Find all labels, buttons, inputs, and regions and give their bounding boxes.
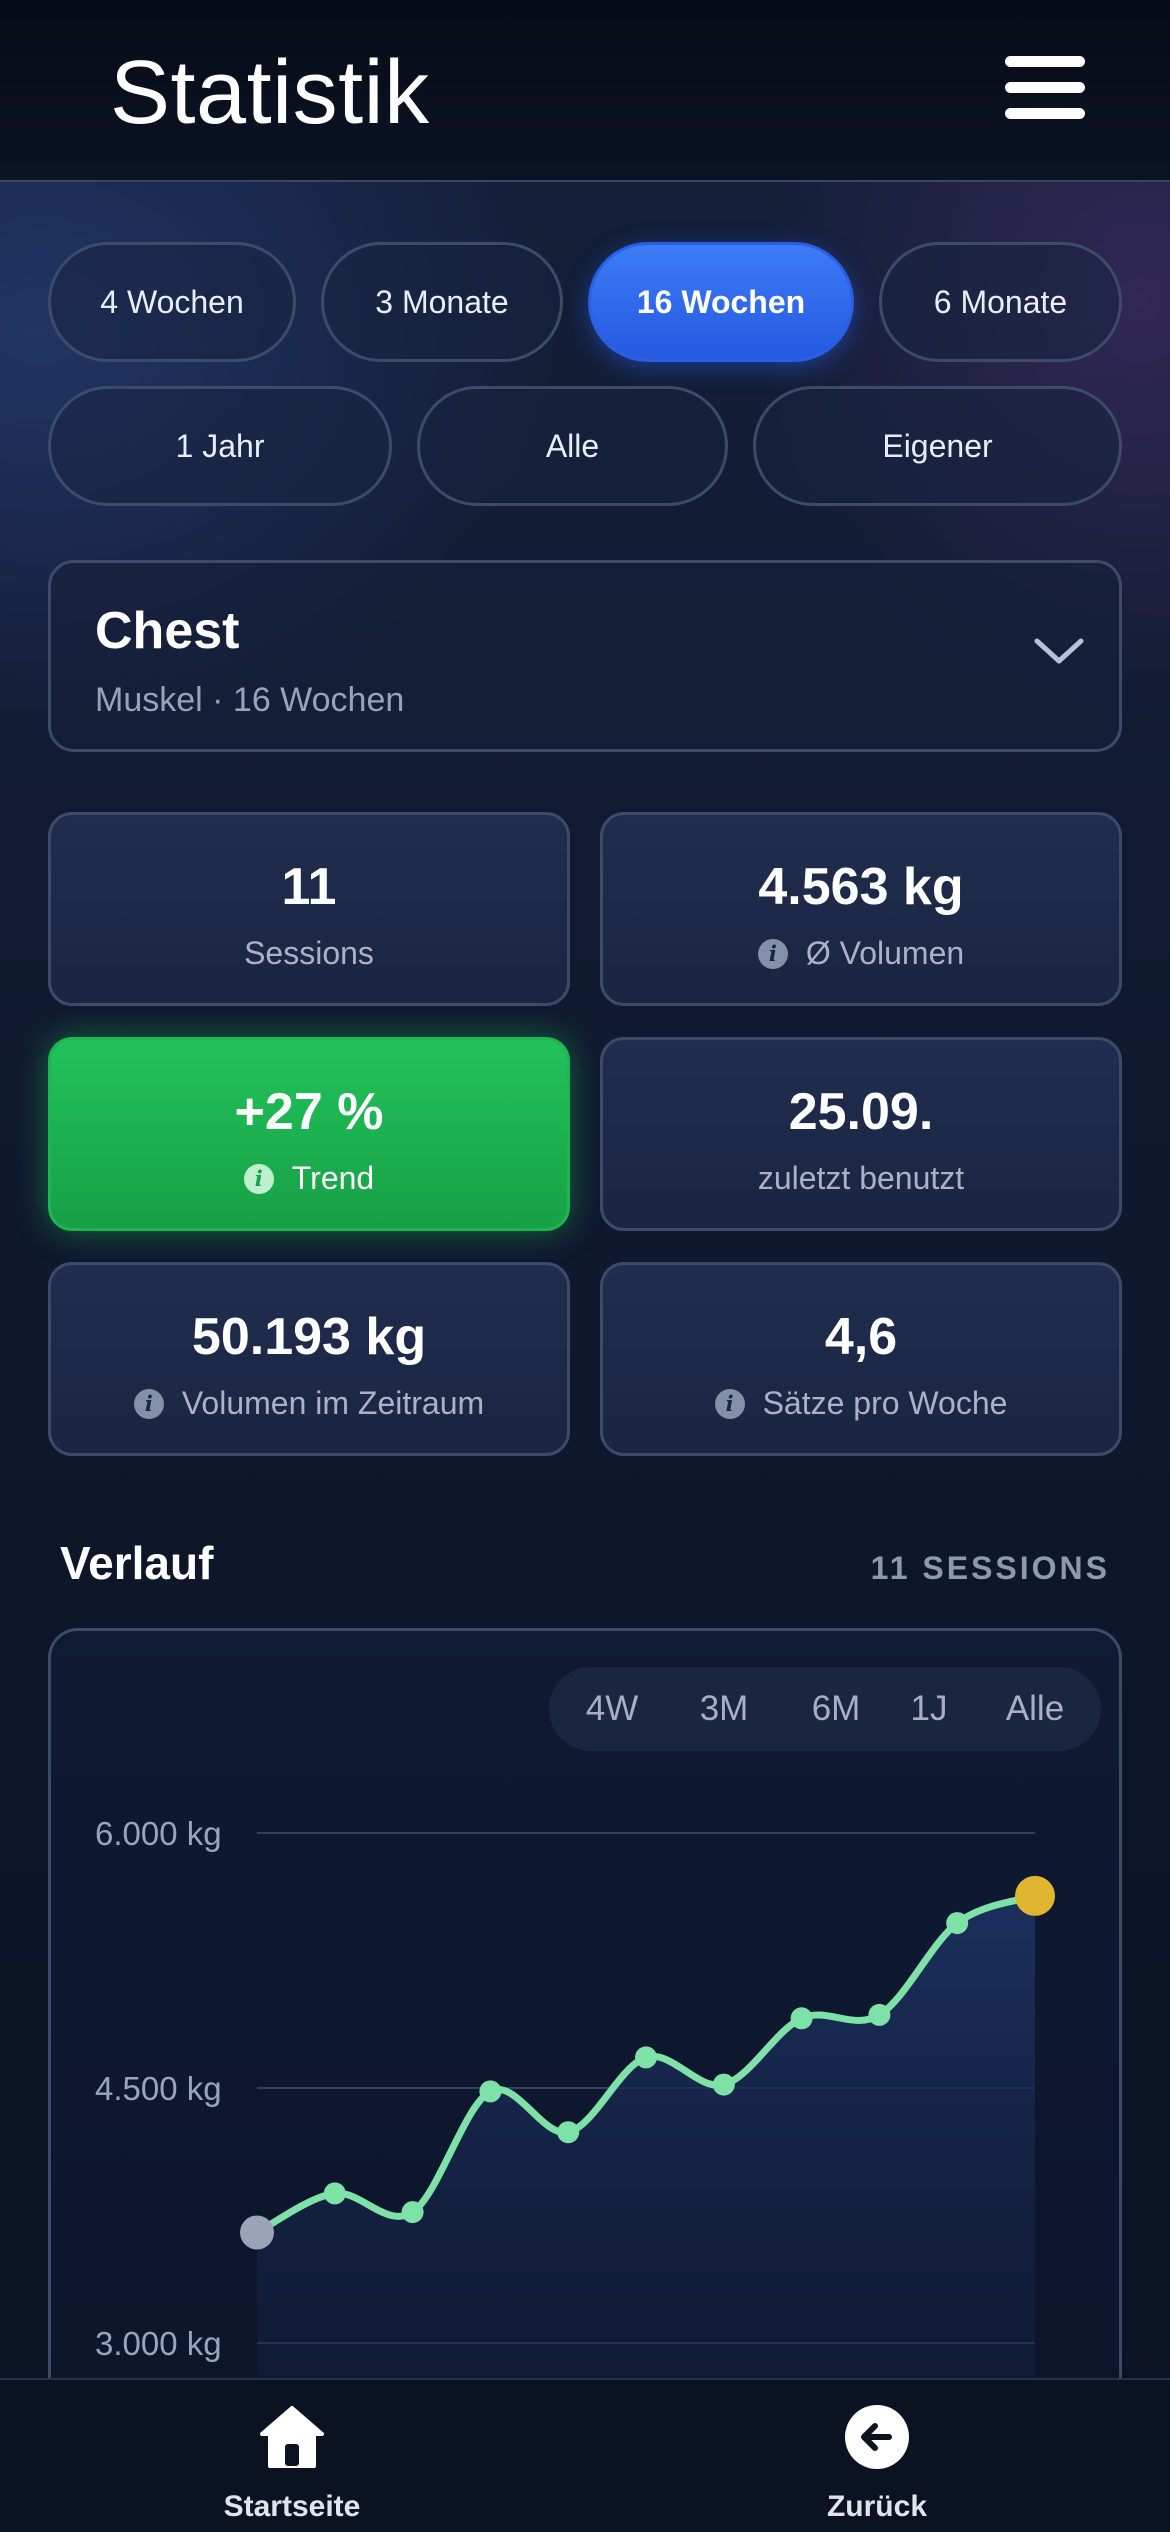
stat-label: Sätze pro Woche [762, 1385, 1008, 1421]
data-point [712, 2073, 735, 2096]
filter-eigener[interactable]: Eigener [753, 386, 1122, 506]
chart-tab-alle[interactable]: Alle [983, 1667, 1087, 1751]
stat-value: +27 % [234, 1083, 384, 1141]
selector-subtitle: Muskel · 16 Wochen [95, 681, 405, 719]
stat-value: 50.193 kg [191, 1308, 427, 1366]
data-point [1015, 1875, 1055, 1916]
info-icon[interactable]: i [757, 938, 788, 969]
selector-title: Chest [95, 602, 240, 660]
stat-card-total-volume: 50.193 kg i Volumen im Zeitraum [48, 1262, 570, 1456]
chart-range-tabs: 4W 3M 6M 1J Alle [549, 1667, 1101, 1751]
nav-label: Zurück [826, 2490, 928, 2523]
arrow-left-circle-icon [845, 2405, 909, 2469]
filter-alle[interactable]: Alle [417, 386, 728, 506]
stat-value: 4,6 [824, 1308, 898, 1366]
stat-card-last-used: 25.09. zuletzt benutzt [600, 1037, 1122, 1231]
stat-label: zuletzt benutzt [757, 1160, 965, 1196]
stat-value: 11 [281, 858, 337, 916]
data-point [946, 1912, 969, 1935]
section-title: Verlauf [60, 1537, 214, 1589]
data-point [323, 2182, 346, 2205]
stat-card-sets-per-week: 4,6 i Sätze pro Woche [600, 1262, 1122, 1456]
data-point [635, 2046, 657, 2069]
y-tick-label: 6.000 kg [95, 1815, 222, 1852]
stat-label: Volumen im Zeitraum [181, 1385, 485, 1421]
page-title: Statistik [110, 43, 430, 143]
filter-6-monate[interactable]: 6 Monate [879, 242, 1122, 362]
info-icon[interactable]: i [133, 1388, 164, 1419]
stat-card-sessions: 11 Sessions [48, 812, 570, 1006]
muscle-selector[interactable]: Chest Muskel · 16 Wochen [48, 560, 1122, 752]
filter-3-monate[interactable]: 3 Monate [321, 242, 563, 362]
stat-value: 4.563 kg [758, 858, 964, 916]
stat-card-trend: +27 % i Trend [48, 1037, 570, 1231]
data-point [868, 2003, 891, 2026]
y-tick-label: 3.000 kg [95, 2325, 222, 2362]
data-point [401, 2201, 424, 2224]
data-point [557, 2121, 580, 2144]
nav-zurueck[interactable]: Zurück [747, 2380, 1007, 2532]
chart-tab-6m[interactable]: 6M [787, 1667, 885, 1751]
chart-tab-4w[interactable]: 4W [563, 1667, 661, 1751]
hamburger-menu-icon[interactable] [1005, 50, 1085, 126]
info-icon[interactable]: i [243, 1163, 274, 1194]
stat-label: Trend [291, 1160, 375, 1196]
bottom-navigation: Startseite Zurück [0, 2378, 1170, 2532]
chevron-down-icon [1034, 638, 1084, 664]
filter-1-jahr[interactable]: 1 Jahr [48, 386, 392, 506]
nav-startseite[interactable]: Startseite [162, 2380, 422, 2532]
chart-tab-3m[interactable]: 3M [675, 1667, 773, 1751]
stat-value: 25.09. [788, 1083, 934, 1141]
data-point [790, 2007, 813, 2030]
section-session-count: 11 SESSIONS [870, 1550, 1110, 1586]
app-header: Statistik [0, 0, 1170, 182]
stat-label: Sessions [244, 935, 374, 971]
data-point [479, 2080, 502, 2103]
stat-card-avg-volume: 4.563 kg i Ø Volumen [600, 812, 1122, 1006]
filter-16-wochen[interactable]: 16 Wochen [588, 242, 854, 362]
nav-label: Startseite [223, 2490, 361, 2523]
data-point [240, 2215, 274, 2250]
filter-4-wochen[interactable]: 4 Wochen [48, 242, 296, 362]
home-icon [260, 2406, 324, 2468]
info-icon[interactable]: i [714, 1388, 745, 1419]
y-tick-label: 4.500 kg [95, 2070, 222, 2107]
chart-tab-1j[interactable]: 1J [889, 1667, 969, 1751]
stat-label: Ø Volumen [805, 935, 965, 971]
